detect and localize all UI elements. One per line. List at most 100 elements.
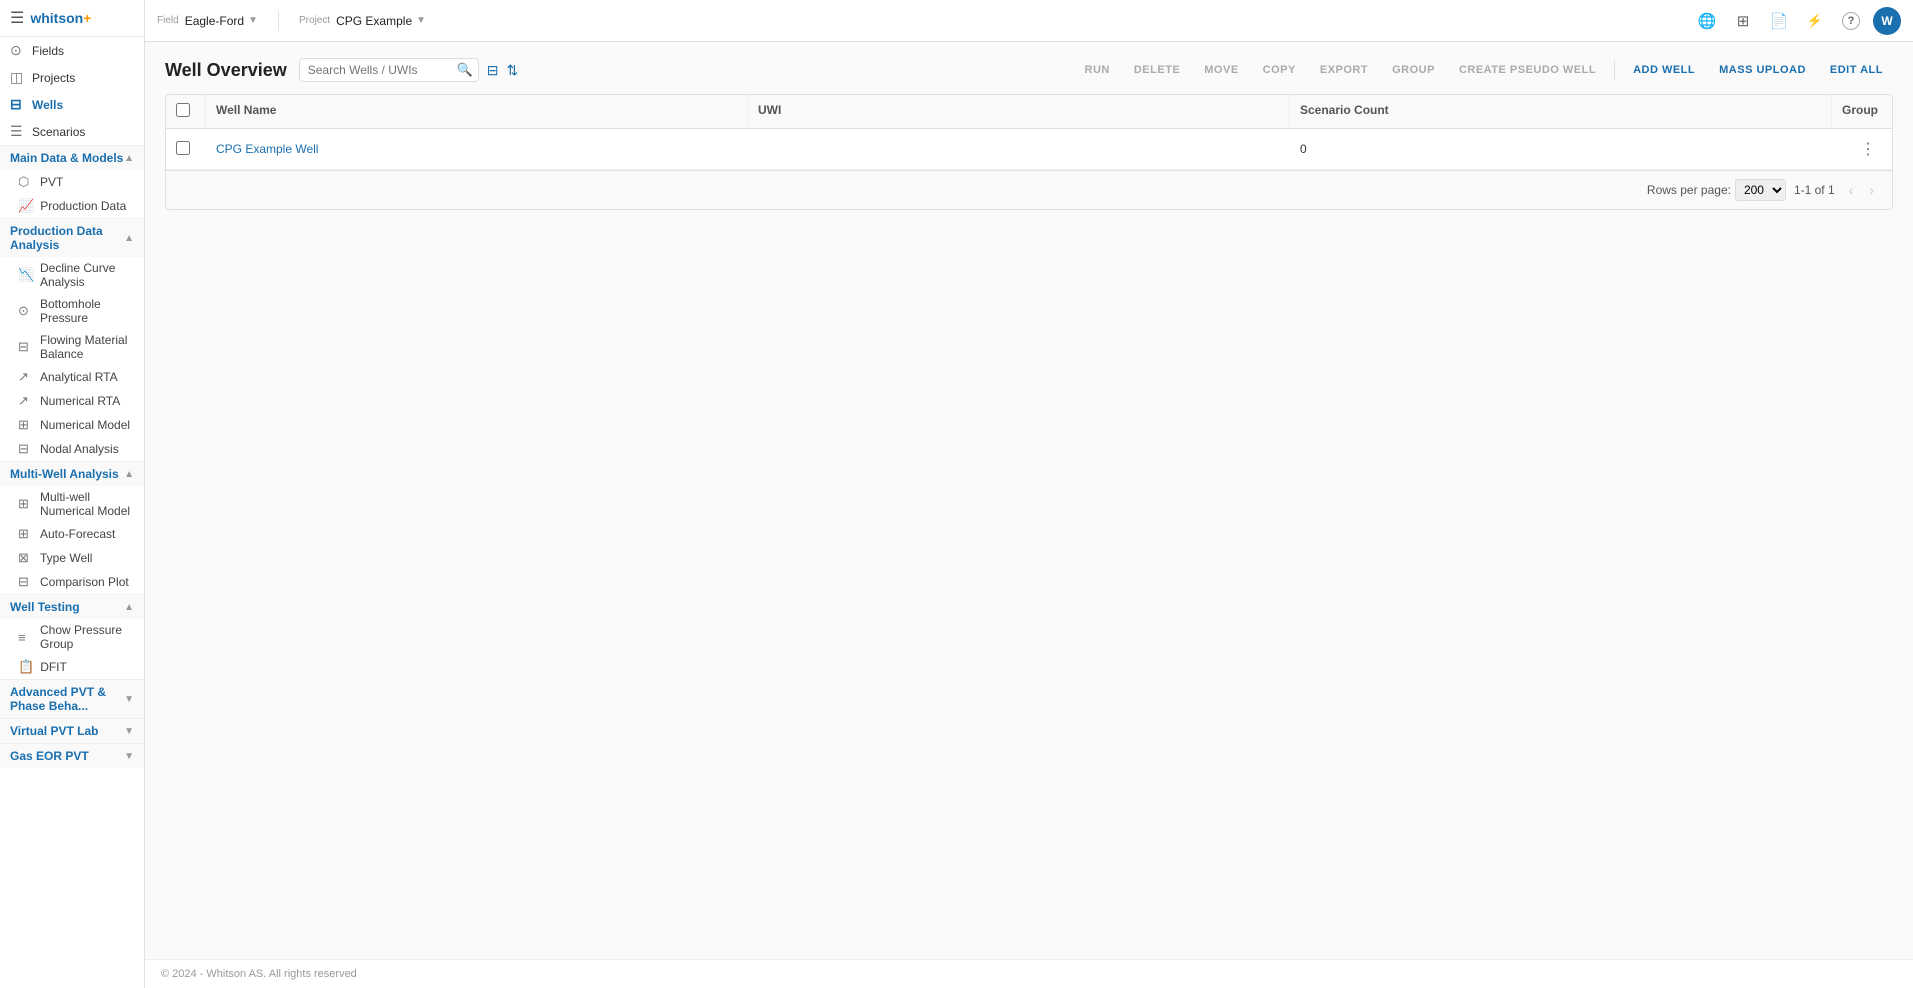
sub-label-numerical-rta: Numerical RTA	[40, 394, 120, 408]
nav-item-projects[interactable]: ◫ Projects	[0, 64, 144, 91]
row-scenario-count: 0	[1290, 134, 1832, 164]
project-label: Project	[299, 15, 330, 26]
rows-per-page-select[interactable]: 200 50 100	[1735, 179, 1786, 201]
field-selector[interactable]: Field Eagle-Ford ▼	[157, 14, 258, 28]
table-row: CPG Example Well 0 ⋮	[166, 129, 1892, 170]
table-sort-icon[interactable]: ⇅	[506, 62, 518, 79]
sub-label-flowing-material: Flowing Material Balance	[40, 333, 134, 361]
table-filter-icon[interactable]: ⊟	[487, 62, 499, 79]
brand-name: whitson	[30, 10, 83, 26]
nav-item-fields[interactable]: ⊙ Fields	[0, 37, 144, 64]
section-title-well-testing: Well Testing	[10, 600, 80, 614]
sub-nav-production-data[interactable]: 📈 Production Data	[0, 194, 144, 218]
edit-all-button[interactable]: EDIT ALL	[1820, 60, 1893, 80]
section-header-multi-well[interactable]: Multi-Well Analysis ▲	[0, 461, 144, 486]
project-selector[interactable]: Project CPG Example ▼	[299, 14, 426, 28]
file-icon-btn[interactable]: 📄	[1765, 7, 1793, 35]
search-input-wrap: 🔍	[299, 58, 479, 82]
analytical-rta-icon: ↗	[18, 369, 34, 385]
mass-upload-button[interactable]: MASS UPLOAD	[1709, 60, 1816, 80]
run-button[interactable]: RUN	[1075, 60, 1120, 80]
nav-item-scenarios[interactable]: ☰ Scenarios	[0, 118, 144, 145]
sub-label-chow-pressure: Chow Pressure Group	[40, 623, 134, 651]
top-bar-left: Field Eagle-Ford ▼ Project CPG Example ▼	[157, 11, 426, 31]
row-well-name[interactable]: CPG Example Well	[206, 134, 748, 164]
hamburger-icon[interactable]: ☰	[10, 8, 24, 28]
move-button[interactable]: MOVE	[1194, 60, 1248, 80]
section-header-production-analysis[interactable]: Production Data Analysis ▲	[0, 218, 144, 257]
main-content: Field Eagle-Ford ▼ Project CPG Example ▼…	[145, 0, 1913, 988]
sub-nav-numerical-rta[interactable]: ↗ Numerical RTA	[0, 389, 144, 413]
sub-nav-decline-curve[interactable]: 📉 Decline Curve Analysis	[0, 257, 144, 293]
file-icon: 📄	[1770, 12, 1789, 30]
pagination-bar: Rows per page: 200 50 100 1-1 of 1 ‹ ›	[166, 170, 1892, 209]
filter-icon-btn[interactable]: ⚡	[1801, 7, 1829, 35]
section-title-production-analysis: Production Data Analysis	[10, 224, 124, 252]
sub-nav-comparison-plot[interactable]: ⊟ Comparison Plot	[0, 570, 144, 594]
page-title: Well Overview	[165, 60, 287, 81]
sub-nav-auto-forecast[interactable]: ⊞ Auto-Forecast	[0, 522, 144, 546]
add-well-button[interactable]: ADD WELL	[1623, 60, 1705, 80]
auto-forecast-icon: ⊞	[18, 526, 34, 542]
grid-icon-btn[interactable]: ⊞	[1729, 7, 1757, 35]
nav-item-wells[interactable]: ⊟ Wells	[0, 91, 144, 118]
rows-per-page-label: Rows per page:	[1647, 183, 1731, 197]
section-header-advanced-pvt[interactable]: Advanced PVT & Phase Beha... ▼	[0, 679, 144, 718]
search-bar: 🔍 ⊟ ⇅	[299, 58, 518, 82]
group-button[interactable]: GROUP	[1382, 60, 1445, 80]
globe-icon-btn[interactable]: 🌐	[1693, 7, 1721, 35]
th-uwi: UWI	[748, 95, 1290, 128]
copy-button[interactable]: COPY	[1253, 60, 1306, 80]
brand-plus: +	[83, 10, 91, 26]
create-pseudo-button[interactable]: CREATE PSEUDO WELL	[1449, 60, 1606, 80]
sidebar: ☰ whitson+ ⊙ Fields ◫ Projects ⊟ Wells ☰…	[0, 0, 145, 988]
sub-label-multi-well-numerical: Multi-well Numerical Model	[40, 490, 134, 518]
sub-nav-analytical-rta[interactable]: ↗ Analytical RTA	[0, 365, 144, 389]
sub-label-analytical-rta: Analytical RTA	[40, 370, 118, 384]
header-checkbox[interactable]	[176, 103, 190, 117]
th-checkbox	[166, 95, 206, 128]
sub-nav-bottomhole[interactable]: ⊙ Bottomhole Pressure	[0, 293, 144, 329]
wells-icon: ⊟	[10, 96, 26, 113]
sub-label-type-well: Type Well	[40, 551, 92, 565]
section-header-main-data[interactable]: Main Data & Models ▲	[0, 145, 144, 170]
sub-nav-flowing-material[interactable]: ⊟ Flowing Material Balance	[0, 329, 144, 365]
sub-label-nodal: Nodal Analysis	[40, 442, 119, 456]
delete-button[interactable]: DELETE	[1124, 60, 1190, 80]
sub-label-decline-curve: Decline Curve Analysis	[40, 261, 134, 289]
export-button[interactable]: EXPORT	[1310, 60, 1378, 80]
sub-nav-multi-well-numerical[interactable]: ⊞ Multi-well Numerical Model	[0, 486, 144, 522]
dfit-icon: 📋	[18, 659, 34, 675]
next-page-button[interactable]: ›	[1863, 180, 1880, 200]
section-header-gas-eor[interactable]: Gas EOR PVT ▼	[0, 743, 144, 768]
user-avatar[interactable]: W	[1873, 7, 1901, 35]
sub-nav-type-well[interactable]: ⊠ Type Well	[0, 546, 144, 570]
sub-nav-numerical-model[interactable]: ⊞ Numerical Model	[0, 413, 144, 437]
search-input[interactable]	[299, 58, 479, 82]
search-icon[interactable]: 🔍	[457, 62, 473, 78]
nav-label-fields: Fields	[32, 44, 64, 58]
comparison-plot-icon: ⊟	[18, 574, 34, 590]
section-header-virtual-pvt[interactable]: Virtual PVT Lab ▼	[0, 718, 144, 743]
project-value: CPG Example	[336, 14, 412, 28]
sub-label-pvt: PVT	[40, 175, 63, 189]
decline-curve-icon: 📉	[18, 267, 34, 283]
pvt-icon: ⬡	[18, 174, 34, 190]
row-checkbox-input[interactable]	[176, 141, 190, 155]
numerical-model-icon: ⊞	[18, 417, 34, 433]
chevron-advanced-pvt: ▼	[124, 694, 134, 705]
chevron-virtual-pvt: ▼	[124, 726, 134, 737]
sub-label-numerical-model: Numerical Model	[40, 418, 130, 432]
row-checkbox	[166, 133, 206, 166]
help-icon: ?	[1842, 12, 1860, 30]
sub-nav-nodal[interactable]: ⊟ Nodal Analysis	[0, 437, 144, 461]
sub-nav-chow-pressure[interactable]: ≡ Chow Pressure Group	[0, 619, 144, 655]
content-area: Well Overview 🔍 ⊟ ⇅ RUN DELETE MOVE COPY…	[145, 42, 1913, 959]
sub-nav-dfit[interactable]: 📋 DFIT	[0, 655, 144, 679]
row-uwi	[748, 141, 1290, 157]
row-more-options-icon[interactable]: ⋮	[1854, 137, 1882, 161]
sub-nav-pvt[interactable]: ⬡ PVT	[0, 170, 144, 194]
section-header-well-testing[interactable]: Well Testing ▲	[0, 594, 144, 619]
prev-page-button[interactable]: ‹	[1843, 180, 1860, 200]
help-icon-btn[interactable]: ?	[1837, 7, 1865, 35]
